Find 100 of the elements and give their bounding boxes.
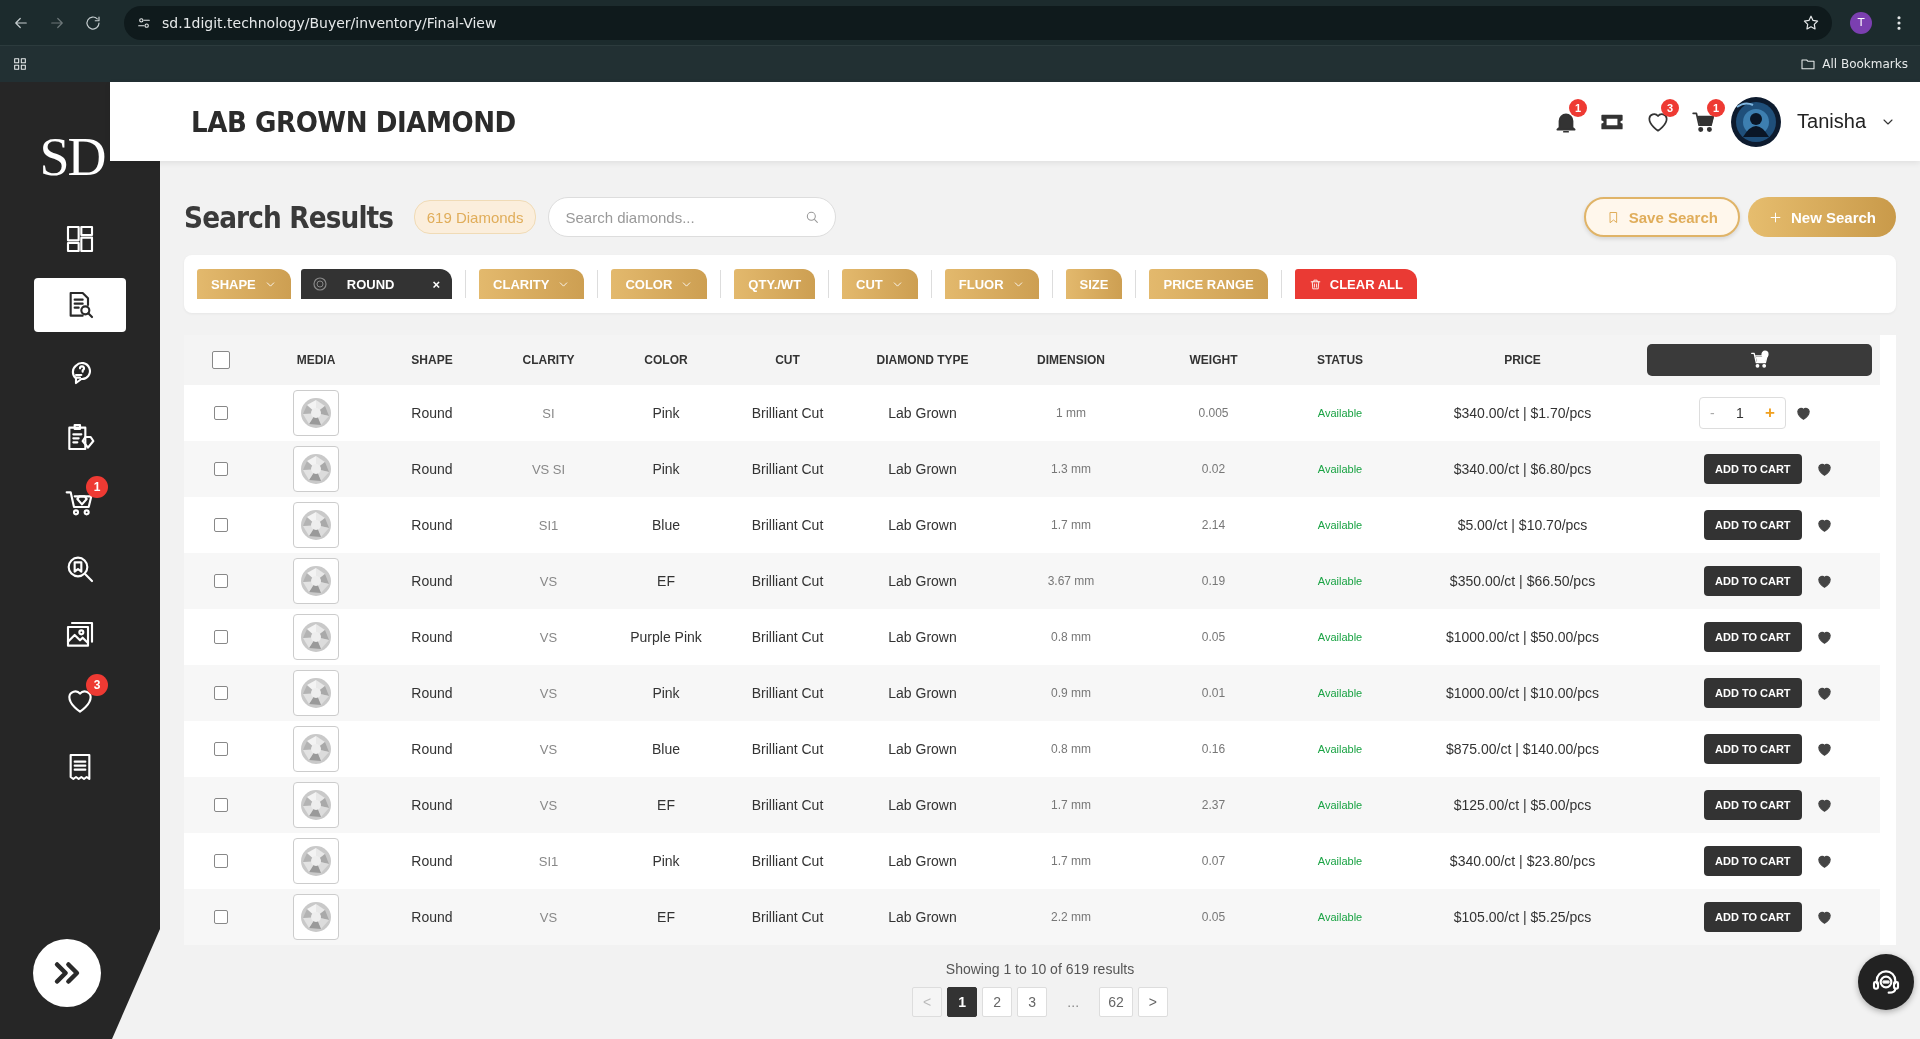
row-checkbox[interactable] <box>214 742 228 756</box>
table-cell: Brilliant Cut <box>751 797 824 813</box>
table-cell: 0.9 mm <box>1051 686 1091 700</box>
table-cell: 2.2 mm <box>1051 910 1091 924</box>
bookmarks-link[interactable]: All Bookmarks <box>1822 57 1908 71</box>
table-cell: Brilliant Cut <box>751 405 824 421</box>
table-cell: VS <box>539 909 558 925</box>
table-cell: 3.67 mm <box>1047 574 1095 588</box>
clear-all-button[interactable]: CLEAR ALL <box>1294 269 1417 299</box>
next-page-button[interactable]: > <box>1137 987 1168 1017</box>
table-cell: Round <box>411 909 453 925</box>
column-header: MEDIA <box>296 353 336 367</box>
add-to-cart-button[interactable]: ADD TO CART <box>1704 678 1802 708</box>
column-header: CLARITY <box>522 353 575 367</box>
table-cell: Lab Grown <box>888 629 957 645</box>
table-cell: Purple Pink <box>630 629 702 645</box>
profile-avatar[interactable]: T <box>1850 11 1872 34</box>
table-cell: Brilliant Cut <box>751 573 824 589</box>
bookmark-star-icon[interactable] <box>1802 13 1820 32</box>
row-checkbox[interactable] <box>214 854 228 868</box>
reload-icon[interactable] <box>84 13 102 32</box>
trash-icon <box>1308 277 1322 291</box>
row-checkbox[interactable] <box>214 910 228 924</box>
table-cell: Lab Grown <box>888 517 957 533</box>
table-cell: Pink <box>652 405 680 421</box>
notification-badge: 1 <box>1569 98 1588 117</box>
add-to-cart-button[interactable]: ADD TO CART <box>1704 846 1802 876</box>
table-cell: 1.7 mm <box>1051 798 1091 812</box>
table-cell: VS <box>539 797 558 813</box>
table-cell: Lab Grown <box>888 685 957 701</box>
add-to-cart-button[interactable]: ADD TO CART <box>1704 902 1802 932</box>
sidebar-item[interactable]: 3 <box>34 674 126 728</box>
table-cell: Round <box>411 797 453 813</box>
table-cell: 0.02 <box>1201 462 1226 476</box>
add-to-cart-button[interactable]: ADD TO CART <box>1704 790 1802 820</box>
user-name[interactable]: Tanisha <box>1797 110 1866 133</box>
select-all-checkbox[interactable] <box>212 351 230 369</box>
table-cell: 2.37 <box>1201 798 1226 812</box>
page-button[interactable]: 62 <box>1099 987 1133 1017</box>
row-checkbox[interactable] <box>214 406 228 420</box>
add-all-to-cart-button[interactable] <box>1647 344 1872 376</box>
search-field[interactable]: Search diamonds... <box>548 197 837 237</box>
table-cell: 1.3 mm <box>1051 462 1091 476</box>
support-chat-button[interactable] <box>1858 954 1914 1010</box>
status-label: Available <box>1317 631 1363 643</box>
table-cell: 0.8 mm <box>1051 742 1091 756</box>
table-cell: Pink <box>652 461 680 477</box>
add-to-cart-button[interactable]: ADD TO CART <box>1704 734 1802 764</box>
row-checkbox[interactable] <box>214 574 228 588</box>
column-header: WEIGHT <box>1189 353 1238 367</box>
notification-badge: 1 <box>1707 98 1726 117</box>
add-to-cart-button[interactable]: ADD TO CART <box>1704 510 1802 540</box>
add-to-cart-button[interactable]: ADD TO CART <box>1704 622 1802 652</box>
table-cell: Lab Grown <box>888 573 957 589</box>
table-cell: Lab Grown <box>888 909 957 925</box>
table-cell: Brilliant Cut <box>751 685 824 701</box>
table-cell: Lab Grown <box>888 853 957 869</box>
table-cell: $340.00/ct | $1.70/pcs <box>1453 405 1592 421</box>
table-cell: $350.00/ct | $66.50/pcs <box>1449 573 1596 589</box>
add-to-cart-button[interactable]: ADD TO CART <box>1704 454 1802 484</box>
status-label: Available <box>1317 855 1363 867</box>
page-button[interactable]: 3 <box>1017 987 1048 1017</box>
row-checkbox[interactable] <box>214 630 228 644</box>
table-cell: 0.05 <box>1201 630 1226 644</box>
column-header: COLOR <box>644 353 688 367</box>
round-shape-icon <box>312 277 327 291</box>
add-to-cart-button[interactable]: ADD TO CART <box>1704 566 1802 596</box>
table-cell: Round <box>411 741 453 757</box>
dashboard-icon <box>64 223 96 255</box>
table-cell: VS <box>539 741 558 757</box>
table-cell: Blue <box>652 741 680 757</box>
page-button[interactable]: 1 <box>947 987 978 1017</box>
status-label: Available <box>1317 519 1363 531</box>
filter-chip[interactable]: ROUND × <box>300 269 453 299</box>
url-text: sd.1digit.technology/Buyer/inventory/Final-View <box>162 14 497 31</box>
section-heading: Search Results <box>184 199 394 235</box>
apps-icon[interactable] <box>12 56 28 72</box>
status-label: Available <box>1317 911 1363 923</box>
row-checkbox[interactable] <box>214 462 228 476</box>
column-header: DIMENSION <box>1037 353 1105 367</box>
remove-filter-button[interactable]: × <box>432 276 441 292</box>
table-cell: $340.00/ct | $6.80/pcs <box>1453 461 1592 477</box>
table-cell: EF <box>657 573 675 589</box>
results-summary: Showing 1 to 10 of 619 results <box>945 961 1135 977</box>
row-checkbox[interactable] <box>214 518 228 532</box>
table-cell: Round <box>411 517 453 533</box>
table-cell: Brilliant Cut <box>751 629 824 645</box>
table-cell: Brilliant Cut <box>751 517 824 533</box>
sidebar-item[interactable]: 1 <box>34 476 126 530</box>
row-checkbox[interactable] <box>214 798 228 812</box>
table-cell: VS <box>539 629 558 645</box>
folder-icon <box>1800 56 1817 72</box>
row-checkbox[interactable] <box>214 686 228 700</box>
table-cell: Pink <box>652 853 680 869</box>
sidebar-item[interactable] <box>34 278 126 332</box>
table-cell: Lab Grown <box>888 741 957 757</box>
address-bar[interactable]: sd.1digit.technology/Buyer/inventory/Final-View <box>124 5 1832 40</box>
status-label: Available <box>1317 799 1363 811</box>
table-cell: $875.00/ct | $140.00/pcs <box>1445 741 1600 757</box>
page-button[interactable]: 2 <box>982 987 1013 1017</box>
